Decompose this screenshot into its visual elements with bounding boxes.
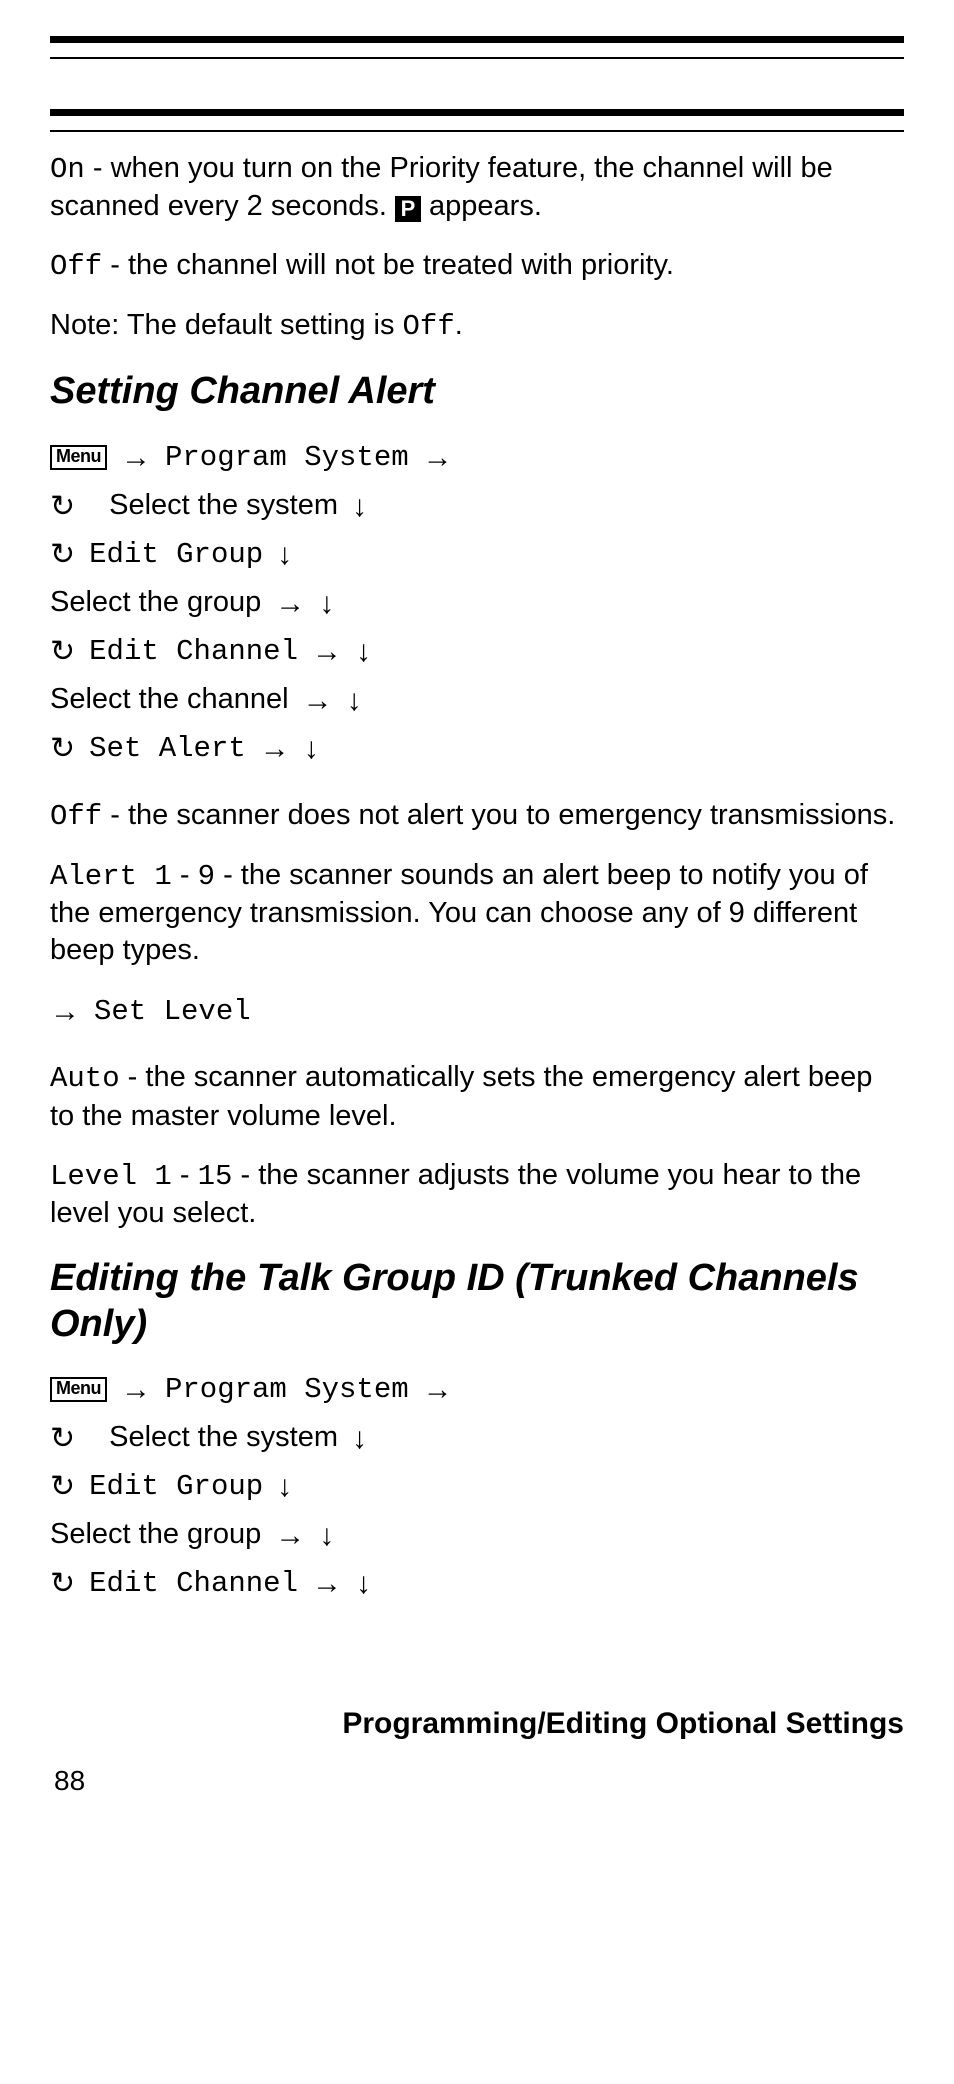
auto-text: - the scanner automatically sets the eme… [50, 1061, 872, 1131]
nav-edit-group: Edit Group [89, 535, 263, 574]
alert-dash: - [172, 859, 198, 891]
nav-select-system: Select the system [109, 1418, 338, 1457]
arrow-right-icon: → [275, 584, 305, 625]
page: On - when you turn on the Priority featu… [0, 0, 954, 1840]
nav1-line1: Menu → Program System → [50, 437, 904, 478]
nav-edit-group: Edit Group [89, 1467, 263, 1506]
arrow-down-icon: ↓ [304, 729, 319, 770]
arrow-down-icon: ↓ [347, 681, 362, 722]
rotate-icon: ↻ [50, 535, 75, 576]
alert-off-paragraph: Off - the scanner does not alert you to … [50, 797, 904, 835]
alert-off-label: Off [50, 800, 102, 833]
rotate-icon: ↻ [50, 1419, 75, 1460]
alert-range-paragraph: Alert 1 - 9 - the scanner sounds an aler… [50, 857, 904, 969]
nav-edit-channel: Edit Channel [89, 632, 298, 671]
priority-on-paragraph: On - when you turn on the Priority featu… [50, 150, 904, 225]
default-note: Note: The default setting is Off. [50, 307, 904, 345]
arrow-down-icon: ↓ [277, 535, 292, 576]
nav1-line2: ↻ Select the system ↓ [50, 486, 904, 527]
arrow-right-icon: → [275, 1516, 305, 1557]
level-dash: - [172, 1159, 198, 1191]
second-double-rule [50, 109, 904, 132]
nav1-line7: ↻ Set Alert → ↓ [50, 728, 904, 769]
arrow-right-icon: → [121, 438, 151, 479]
menu-button-icon: Menu [50, 1377, 107, 1402]
arrow-down-icon: ↓ [352, 1419, 367, 1460]
p-badge-icon: P [395, 196, 421, 222]
menu-button-icon: Menu [50, 445, 107, 470]
note-value: Off [403, 310, 455, 343]
nav-select-system: Select the system [109, 486, 338, 525]
arrow-down-icon: ↓ [356, 1564, 371, 1605]
arrow-down-icon: ↓ [319, 584, 334, 625]
note-suffix: . [455, 309, 463, 341]
section-footer-title: Programming/Editing Optional Settings [50, 1704, 904, 1745]
nav1-line6: Select the channel → ↓ [50, 680, 904, 721]
arrow-right-icon: → [50, 992, 80, 1033]
off-text: - the channel will not be treated with p… [102, 249, 674, 281]
rotate-icon: ↻ [50, 1564, 75, 1605]
nav-program-system: Program System [165, 1370, 409, 1409]
off-label: Off [50, 250, 102, 283]
alert-label-b: 9 [198, 860, 215, 893]
set-level-line: → Set Level [50, 991, 904, 1032]
nav1-line3: ↻ Edit Group ↓ [50, 534, 904, 575]
arrow-right-icon: → [423, 438, 453, 479]
top-double-rule [50, 36, 904, 59]
nav-program-system: Program System [165, 438, 409, 477]
arrow-right-icon: → [423, 1370, 453, 1411]
on-text-tail: appears. [421, 190, 542, 222]
nav2-line5: ↻ Edit Channel → ↓ [50, 1563, 904, 1604]
heading-editing-talk-group-id: Editing the Talk Group ID (Trunked Chann… [50, 1256, 904, 1347]
rotate-icon: ↻ [50, 1467, 75, 1508]
arrow-down-icon: ↓ [356, 632, 371, 673]
level-paragraph: Level 1 - 15 - the scanner adjusts the v… [50, 1157, 904, 1232]
nav1-line4: Select the group → ↓ [50, 583, 904, 624]
auto-paragraph: Auto - the scanner automatically sets th… [50, 1059, 904, 1134]
alert-off-text: - the scanner does not alert you to emer… [102, 799, 895, 831]
nav-select-group: Select the group [50, 583, 261, 622]
arrow-right-icon: → [312, 632, 342, 673]
nav2-line4: Select the group → ↓ [50, 1515, 904, 1556]
nav1-line5: ↻ Edit Channel → ↓ [50, 631, 904, 672]
nav2-line3: ↻ Edit Group ↓ [50, 1466, 904, 1507]
nav2-line2: ↻ Select the system ↓ [50, 1418, 904, 1459]
note-prefix: Note: The default setting is [50, 309, 403, 341]
set-level-label: Set Level [94, 992, 251, 1031]
arrow-right-icon: → [312, 1564, 342, 1605]
level-label-a: Level 1 [50, 1160, 172, 1193]
level-label-b: 15 [198, 1160, 233, 1193]
priority-off-paragraph: Off - the channel will not be treated wi… [50, 247, 904, 285]
arrow-right-icon: → [121, 1370, 151, 1411]
nav-select-group: Select the group [50, 1515, 261, 1554]
on-label: On [50, 153, 85, 186]
nav-select-channel: Select the channel [50, 680, 289, 719]
rotate-icon: ↻ [50, 729, 75, 770]
auto-label: Auto [50, 1062, 120, 1095]
arrow-right-icon: → [303, 681, 333, 722]
arrow-down-icon: ↓ [319, 1516, 334, 1557]
arrow-down-icon: ↓ [352, 487, 367, 528]
nav2-line1: Menu → Program System → [50, 1369, 904, 1410]
rotate-icon: ↻ [50, 632, 75, 673]
nav-edit-channel: Edit Channel [89, 1564, 298, 1603]
heading-setting-channel-alert: Setting Channel Alert [50, 369, 904, 415]
alert-label-a: Alert 1 [50, 860, 172, 893]
rotate-icon: ↻ [50, 487, 75, 528]
arrow-right-icon: → [260, 729, 290, 770]
nav-set-alert: Set Alert [89, 729, 246, 768]
arrow-down-icon: ↓ [277, 1467, 292, 1508]
page-number: 88 [54, 1762, 904, 1800]
